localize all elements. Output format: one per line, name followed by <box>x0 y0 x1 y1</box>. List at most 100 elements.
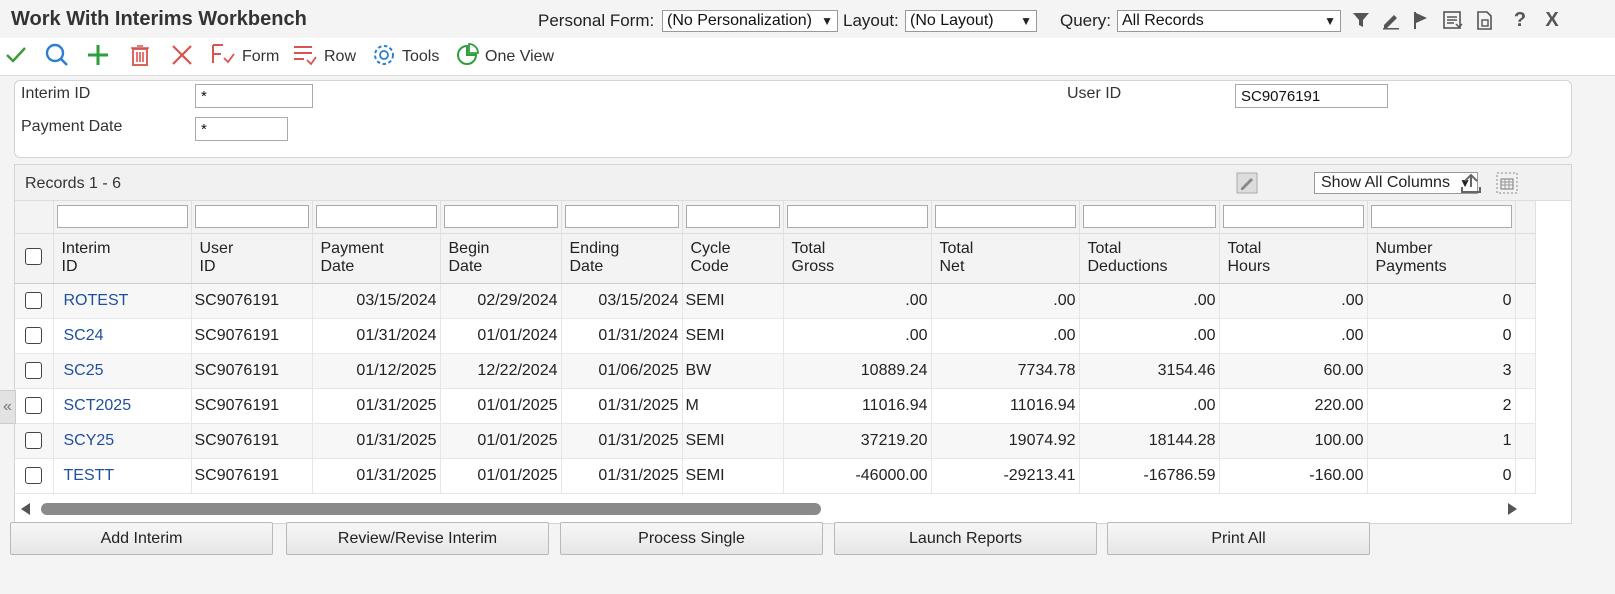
interim-id-link[interactable]: TESTT <box>53 458 192 494</box>
column-filter-input[interactable] <box>443 205 558 229</box>
search-icon <box>44 42 70 73</box>
column-header[interactable]: Payment Date <box>312 233 441 284</box>
column-header[interactable]: Total Hours <box>1219 233 1368 284</box>
edit-pencil-icon[interactable] <box>1380 9 1402 31</box>
table-cell: 01/01/2025 <box>440 388 562 424</box>
row-checkbox[interactable] <box>25 432 43 449</box>
column-header[interactable]: Total Deductions <box>1079 233 1220 284</box>
filter-cell <box>53 201 192 234</box>
row-checkbox[interactable] <box>25 362 43 379</box>
table-row[interactable]: SCT2025 SC9076191 01/31/2025 01/01/2025 01/3… <box>15 388 1536 424</box>
column-header[interactable]: Interim ID <box>53 233 192 284</box>
column-header[interactable]: User ID <box>191 233 313 284</box>
flag-icon[interactable] <box>1410 9 1432 31</box>
close-icon[interactable]: X <box>1541 9 1563 31</box>
row-checkbox[interactable] <box>25 327 43 344</box>
row-menu-button[interactable]: Row <box>292 44 356 70</box>
row-menu-label: Row <box>324 48 357 65</box>
scroll-left-arrow-icon[interactable] <box>21 503 30 515</box>
column-header[interactable]: Number Payments <box>1367 233 1516 284</box>
interim-id-link[interactable]: ROTEST <box>53 283 192 319</box>
table-cell-spacer <box>1515 283 1536 319</box>
filter-cell <box>1219 201 1368 234</box>
collapse-panel-tab[interactable]: « <box>0 390 16 424</box>
column-header[interactable]: Begin Date <box>440 233 562 284</box>
column-header[interactable]: Total Net <box>931 233 1080 284</box>
process-single-button[interactable]: Process Single <box>560 522 823 555</box>
interim-id-link[interactable]: SC25 <box>53 353 192 389</box>
column-filter-input[interactable] <box>934 205 1076 229</box>
upload-icon[interactable] <box>1459 171 1483 200</box>
interim-id-link[interactable]: SCY25 <box>53 423 192 459</box>
add-interim-button[interactable]: Add Interim <box>10 522 273 555</box>
filter-icon[interactable] <box>1350 9 1372 31</box>
help-icon[interactable]: ? <box>1509 9 1531 31</box>
query-select[interactable]: All Records ▼ <box>1117 10 1341 32</box>
row-checkbox[interactable] <box>25 292 43 309</box>
records-count: Records 1 - 6 <box>25 175 122 192</box>
show-columns-select[interactable]: Show All Columns ▼ <box>1314 172 1478 194</box>
column-header-line: Ending <box>569 239 620 257</box>
find-button[interactable] <box>44 42 70 73</box>
column-filter-input[interactable] <box>1370 205 1512 229</box>
table-row[interactable]: SC25 SC9076191 01/12/2025 12/22/2024 01/06/2… <box>15 353 1536 389</box>
column-filter-input[interactable] <box>564 205 679 229</box>
table-cell: .00 <box>1079 283 1220 319</box>
table-row[interactable]: ROTEST SC9076191 03/15/2024 02/29/2024 03/15… <box>15 283 1536 319</box>
column-filter-input[interactable] <box>685 205 780 229</box>
column-filter-input[interactable] <box>1222 205 1364 229</box>
table-cell: .00 <box>783 283 932 319</box>
interim-id-link[interactable]: SCT2025 <box>53 388 192 424</box>
column-filter-input[interactable] <box>315 205 437 229</box>
form-menu-button[interactable]: Form <box>210 43 279 70</box>
user-id-field[interactable]: SC9076191 <box>1235 84 1388 108</box>
export-doc-icon[interactable] <box>1474 9 1496 31</box>
column-header-line: Payments <box>1375 257 1447 275</box>
print-all-button[interactable]: Print All <box>1107 522 1370 555</box>
table-cell: M <box>682 388 784 424</box>
table-cell: 220.00 <box>1219 388 1368 424</box>
row-checkbox[interactable] <box>25 467 43 484</box>
ok-button[interactable] <box>4 44 28 70</box>
column-header[interactable]: Cycle Code <box>682 233 784 284</box>
list-report-icon[interactable] <box>1442 9 1464 31</box>
select-all-checkbox[interactable] <box>25 247 43 265</box>
tools-menu-button[interactable]: Tools <box>372 44 439 70</box>
horizontal-scrollbar[interactable] <box>15 497 1573 519</box>
column-filter-input[interactable] <box>194 205 309 229</box>
table-cell: 01/31/2024 <box>312 318 441 354</box>
column-header[interactable]: Total Gross <box>783 233 932 284</box>
column-header[interactable]: Ending Date <box>561 233 683 284</box>
table-row[interactable]: TESTT SC9076191 01/31/2025 01/01/2025 01/31/… <box>15 458 1536 494</box>
add-button[interactable] <box>86 44 110 70</box>
personal-form-select[interactable]: (No Personalization) ▼ <box>662 10 838 32</box>
scroll-thumb[interactable] <box>41 503 821 515</box>
column-filter-input[interactable] <box>56 205 188 229</box>
table-cell-spacer <box>1515 423 1536 459</box>
delete-button[interactable] <box>129 44 151 70</box>
toolbar: Form Row Tools One View <box>0 38 1615 76</box>
results-table: Interim ID User ID Payment Date Begin Date Endin… <box>15 201 1536 494</box>
table-row[interactable]: SCY25 SC9076191 01/31/2025 01/01/2025 01/31/… <box>15 423 1536 459</box>
interim-id-link[interactable]: SC24 <box>53 318 192 354</box>
grid-format-icon[interactable] <box>1495 171 1519 200</box>
review-revise-interim-button[interactable]: Review/Revise Interim <box>286 522 549 555</box>
scroll-right-arrow-icon[interactable] <box>1508 503 1517 515</box>
filter-cell <box>783 201 932 234</box>
column-filter-input[interactable] <box>1082 205 1216 229</box>
interim-id-field[interactable]: * <box>195 84 313 108</box>
row-checkbox[interactable] <box>25 397 43 414</box>
table-cell: 37219.20 <box>783 423 932 459</box>
column-header-line: Cycle <box>690 239 731 257</box>
column-header-line: Total <box>791 239 826 257</box>
grid-edit-icon[interactable] <box>1235 171 1259 200</box>
chevron-down-icon: ▼ <box>1324 14 1336 28</box>
layout-select[interactable]: (No Layout) ▼ <box>905 10 1037 32</box>
cancel-button[interactable] <box>170 44 194 70</box>
launch-reports-button[interactable]: Launch Reports <box>834 522 1097 555</box>
column-filter-input[interactable] <box>786 205 928 229</box>
table-cell: 3154.46 <box>1079 353 1220 389</box>
table-row[interactable]: SC24 SC9076191 01/31/2024 01/01/2024 01/31/2… <box>15 318 1536 354</box>
payment-date-field[interactable]: * <box>195 117 288 141</box>
one-view-button[interactable]: One View <box>455 42 554 70</box>
